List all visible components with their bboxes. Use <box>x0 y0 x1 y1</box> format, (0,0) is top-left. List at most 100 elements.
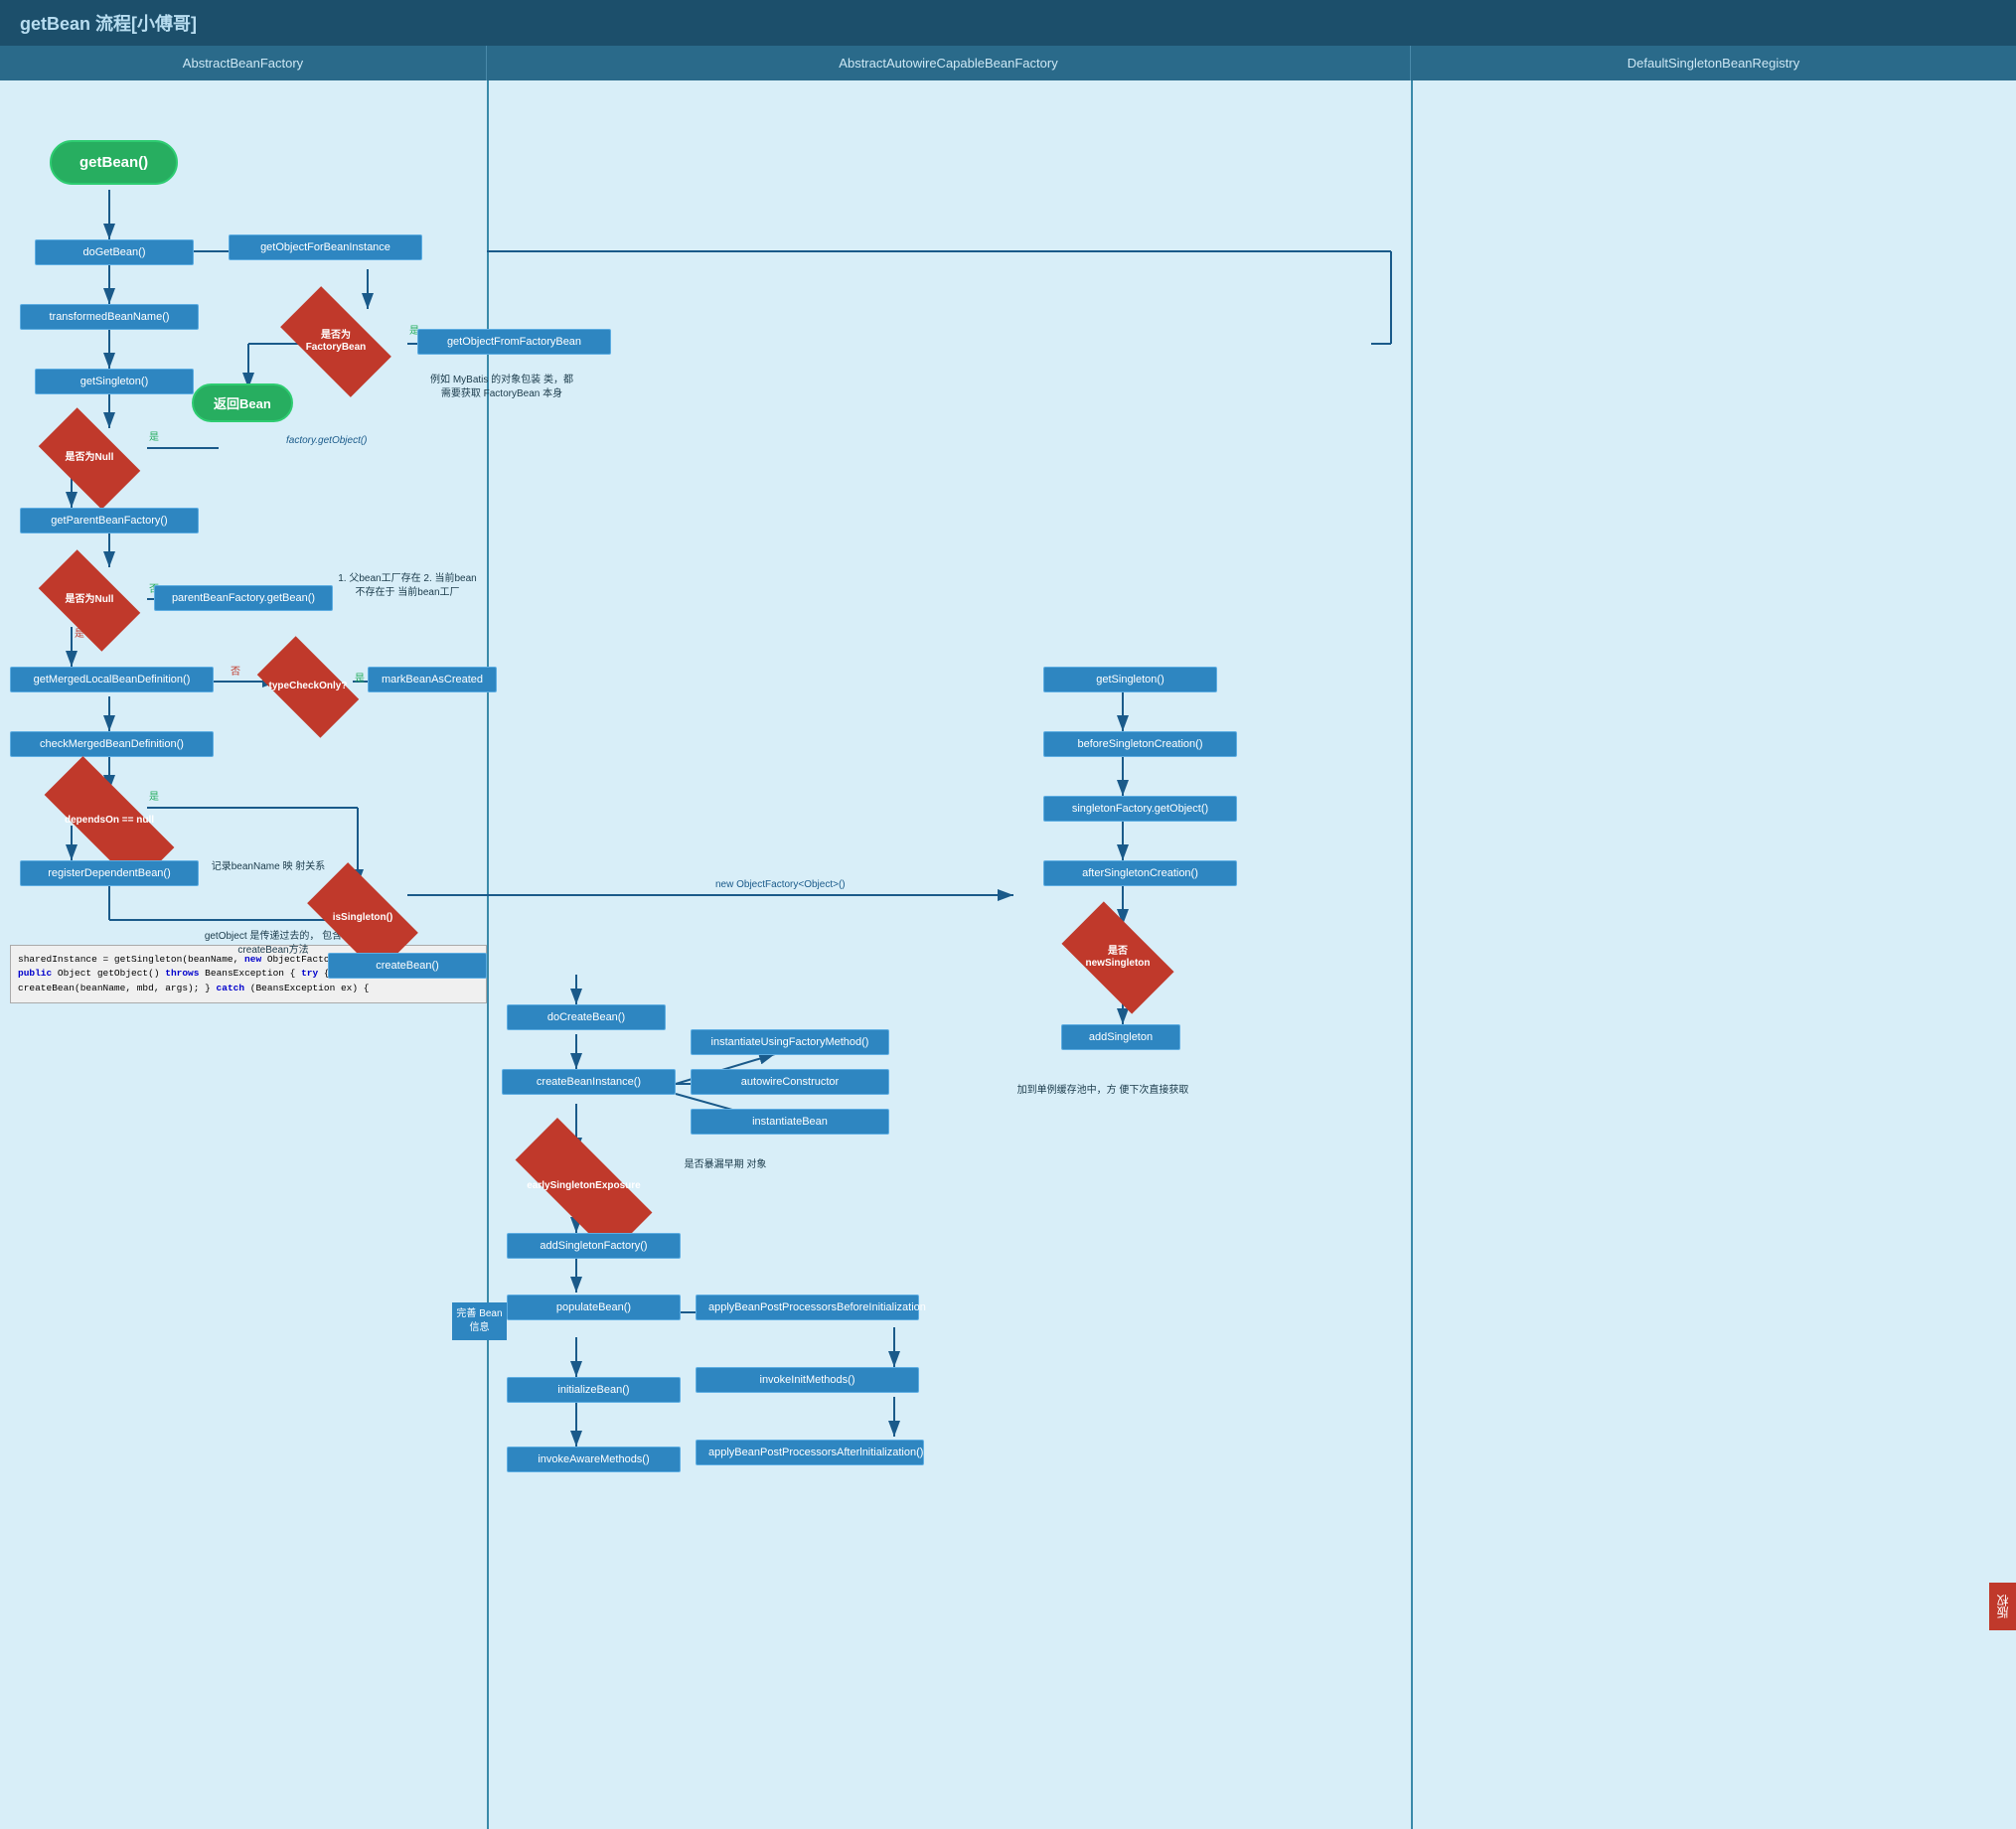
doCreateBean-node[interactable]: doCreateBean() <box>507 1004 666 1030</box>
populateBean-node[interactable]: populateBean() <box>507 1295 681 1320</box>
invokeInitMethods-node[interactable]: invokeInitMethods() <box>696 1367 919 1393</box>
getMergedLocal-node[interactable]: getMergedLocalBeanDefinition() <box>10 667 214 692</box>
note-beanName: 记录beanName 映 射关系 <box>209 860 328 874</box>
returnBean-node[interactable]: 返回Bean <box>192 383 293 422</box>
registerDependentBean-box: registerDependentBean() <box>20 860 199 886</box>
getSingleton-node[interactable]: getSingleton() <box>35 369 194 394</box>
getObjectFromFactoryBean-box: getObjectFromFactoryBean <box>417 329 611 355</box>
isNull1-node: 是否为Null <box>35 423 144 493</box>
note-addSingleton-text: 加到单例缓存池中，方 便下次直接获取 <box>994 1084 1212 1098</box>
earlySingletonExposure-label: earlySingletonExposure <box>527 1180 640 1192</box>
getBean-label: getBean() <box>50 140 178 185</box>
getSingleton-box: getSingleton() <box>35 369 194 394</box>
markBeanAsCreated-box: markBeanAsCreated <box>368 667 497 692</box>
main-wrapper: getBean 流程[小傅哥] AbstractBeanFactory Abst… <box>0 0 2016 1829</box>
registerDependentBean-node[interactable]: registerDependentBean() <box>20 860 199 886</box>
initializeBean-box: initializeBean() <box>507 1377 681 1403</box>
col-header-1: AbstractBeanFactory <box>0 46 487 80</box>
getBean-node[interactable]: getBean() <box>50 140 178 185</box>
instantiateUsingFactoryMethod-box: instantiateUsingFactoryMethod() <box>691 1029 889 1055</box>
transformedBeanName-box: transformedBeanName() <box>20 304 199 330</box>
isNull2-label: 是否为Null <box>66 594 114 606</box>
addSingletonFactory-box: addSingletonFactory() <box>507 1233 681 1259</box>
title-bar: getBean 流程[小傅哥] <box>0 0 2016 46</box>
invokeInitMethods-box: invokeInitMethods() <box>696 1367 919 1393</box>
createBean-node[interactable]: createBean() <box>328 953 487 979</box>
note-mybatis-text: 例如 MyBatis 的对象包装 类，都需要获取 FactoryBean 本身 <box>427 374 576 401</box>
getObjectForBeanInstance-node[interactable]: getObjectForBeanInstance <box>229 234 422 260</box>
note-mybatis: 例如 MyBatis 的对象包装 类，都需要获取 FactoryBean 本身 <box>427 374 576 401</box>
earlySingletonExposure-node: earlySingletonExposure <box>507 1148 661 1223</box>
divider-2 <box>1411 80 1413 1829</box>
createBean-box: createBean() <box>328 953 487 979</box>
autowireConstructor-box: autowireConstructor <box>691 1069 889 1095</box>
parentBeanFactory-getBean-node[interactable]: parentBeanFactory.getBean() <box>154 585 333 611</box>
instantiateBean-node[interactable]: instantiateBean <box>691 1109 889 1135</box>
transformedBeanName-node[interactable]: transformedBeanName() <box>20 304 199 330</box>
markBeanAsCreated-node[interactable]: markBeanAsCreated <box>368 667 497 692</box>
svg-text:new ObjectFactory<Object>(): new ObjectFactory<Object>() <box>715 879 846 890</box>
typeCheckOnly-label: typeCheckOnly? <box>269 681 348 692</box>
doGetBean-node[interactable]: doGetBean() <box>35 239 194 265</box>
initializeBean-node[interactable]: initializeBean() <box>507 1377 681 1403</box>
instantiateBean-box: instantiateBean <box>691 1109 889 1135</box>
invokeAwareMethods-node[interactable]: invokeAwareMethods() <box>507 1447 681 1472</box>
side-label: 版权 <box>1989 1583 2016 1630</box>
getParentBeanFactory-node[interactable]: getParentBeanFactory() <box>20 508 199 533</box>
checkMerged-box: checkMergedBeanDefinition() <box>10 731 214 757</box>
dependsOn-label: dependsOn == null <box>65 815 154 827</box>
afterSingletonCreation-node[interactable]: afterSingletonCreation() <box>1043 860 1237 886</box>
isSingleton-label: isSingleton() <box>333 912 393 924</box>
applyBefore-node[interactable]: applyBeanPostProcessorsBeforeInitializat… <box>696 1295 919 1320</box>
beforeSingletonCreation-box: beforeSingletonCreation() <box>1043 731 1237 757</box>
page-title: getBean 流程[小傅哥] <box>20 14 197 34</box>
note-parent: 1. 父bean工厂存在 2. 当前bean不存在于 当前bean工厂 <box>338 572 477 600</box>
checkMerged-node[interactable]: checkMergedBeanDefinition() <box>10 731 214 757</box>
isSingleton-node: isSingleton() <box>303 883 422 953</box>
autowireConstructor-node[interactable]: autowireConstructor <box>691 1069 889 1095</box>
addSingletonFactory-node[interactable]: addSingletonFactory() <box>507 1233 681 1259</box>
populateBean-box: populateBean() <box>507 1295 681 1320</box>
note-wanCheng-text: 完善 Bean 信息 <box>452 1302 507 1340</box>
getParentBeanFactory-box: getParentBeanFactory() <box>20 508 199 533</box>
isNull2-node: 是否为Null <box>35 565 144 635</box>
instantiateUsingFactoryMethod-node[interactable]: instantiateUsingFactoryMethod() <box>691 1029 889 1055</box>
getObjectFromFactoryBean-node[interactable]: getObjectFromFactoryBean <box>417 329 611 355</box>
diagram-body: 否 是 是 否 否 是 是 否 否 是 new ObjectFactory<Ob… <box>0 80 2016 1829</box>
svg-text:是: 是 <box>149 431 159 443</box>
col-header-3: DefaultSingletonBeanRegistry <box>1411 46 2016 80</box>
col-header-2: AbstractAutowireCapableBeanFactory <box>487 46 1411 80</box>
createBeanInstance-node[interactable]: createBeanInstance() <box>502 1069 676 1095</box>
beforeSingletonCreation-node[interactable]: beforeSingletonCreation() <box>1043 731 1237 757</box>
applyBefore-box: applyBeanPostProcessorsBeforeInitializat… <box>696 1295 919 1320</box>
doGetBean-box: doGetBean() <box>35 239 194 265</box>
invokeAwareMethods-box: invokeAwareMethods() <box>507 1447 681 1472</box>
note-earlySingleton: 是否暴漏早期 对象 <box>671 1158 780 1172</box>
addSingleton-box: addSingleton <box>1061 1024 1180 1050</box>
dependsOn-node: dependsOn == null <box>35 786 184 855</box>
singletonFactory-getObject-box: singletonFactory.getObject() <box>1043 796 1237 822</box>
returnBean-label: 返回Bean <box>192 383 293 422</box>
getSingleton-right-node[interactable]: getSingleton() <box>1043 667 1217 692</box>
svg-text:否: 否 <box>231 666 240 678</box>
createBeanInstance-box: createBeanInstance() <box>502 1069 676 1095</box>
isNewSingleton-label: 是否newSingleton <box>1086 946 1151 970</box>
getSingleton-right-box: getSingleton() <box>1043 667 1217 692</box>
factory-getObject-label: factory.getObject() <box>286 430 368 448</box>
column-headers: AbstractBeanFactory AbstractAutowireCapa… <box>0 46 2016 80</box>
parentBeanFactory-getBean-box: parentBeanFactory.getBean() <box>154 585 333 611</box>
getObjectForBeanInstance-box: getObjectForBeanInstance <box>229 234 422 260</box>
getMergedLocal-box: getMergedLocalBeanDefinition() <box>10 667 214 692</box>
afterSingletonCreation-box: afterSingletonCreation() <box>1043 860 1237 886</box>
applyAfter-box: applyBeanPostProcessorsAfterlnitializati… <box>696 1440 924 1465</box>
typeCheckOnly-node: typeCheckOnly? <box>253 652 363 721</box>
isNull1-label: 是否为Null <box>66 452 114 464</box>
singletonFactory-getObject-node[interactable]: singletonFactory.getObject() <box>1043 796 1237 822</box>
note-parent-text: 1. 父bean工厂存在 2. 当前bean不存在于 当前bean工厂 <box>338 572 477 600</box>
note-earlySingleton-text: 是否暴漏早期 对象 <box>671 1158 780 1172</box>
side-label-text: 版权 <box>1996 1595 2010 1618</box>
addSingleton-node[interactable]: addSingleton <box>1061 1024 1180 1050</box>
note-beanName-text: 记录beanName 映 射关系 <box>209 860 328 874</box>
applyAfter-node[interactable]: applyBeanPostProcessorsAfterlnitializati… <box>696 1440 924 1465</box>
note-wanCheng: 完善 Bean 信息 <box>452 1302 507 1340</box>
